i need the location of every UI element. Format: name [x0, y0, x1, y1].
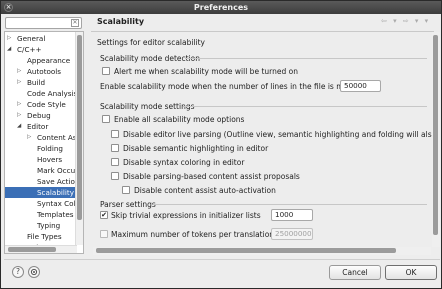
- filter-input[interactable]: [6, 18, 68, 28]
- settings-content: Settings for editor scalability Scalabil…: [91, 32, 437, 257]
- tree-item[interactable]: ▷ General: [5, 33, 76, 44]
- preferences-window: × Preferences ✕ ▷ General ◢ C/C++ Appearance…: [0, 0, 442, 289]
- settings-group-line: [183, 106, 427, 107]
- skip-trivial-checkbox[interactable]: ✔: [100, 211, 108, 219]
- option-label: Disable content assist auto-activation: [134, 186, 276, 195]
- tree-item-label: Scalability: [37, 188, 74, 197]
- content-horizontal-scroll-thumb[interactable]: [96, 248, 396, 253]
- tree-item[interactable]: Folding: [5, 143, 76, 154]
- tree-items: ▷ General ◢ C/C++ Appearance ▷ Autotools ▷ Build…: [5, 33, 83, 253]
- tree-item-label: Appearance: [27, 56, 71, 65]
- option-checkbox[interactable]: [111, 130, 119, 138]
- tree-item-label: Templates: [37, 210, 74, 219]
- tree-item[interactable]: ▷ Code Style: [5, 99, 76, 110]
- expand-arrow-icon[interactable]: ▷: [7, 33, 11, 44]
- import-export-icon: [30, 268, 38, 276]
- option-checkbox[interactable]: [111, 158, 119, 166]
- tree-item[interactable]: Code Analysis: [5, 88, 78, 99]
- content-vertical-scroll-thumb[interactable]: [433, 35, 438, 235]
- tree-item-label: Editor: [27, 122, 49, 131]
- tree-item[interactable]: ▷ Autotools: [5, 66, 76, 77]
- max-tokens-checkbox[interactable]: [100, 230, 108, 238]
- tree-item-label: Hovers: [37, 155, 63, 164]
- tree-horizontal-scrollbar[interactable]: [5, 245, 77, 253]
- tree-item[interactable]: ▷ Content Assis: [5, 132, 83, 143]
- cancel-button[interactable]: Cancel: [329, 265, 381, 280]
- tree-item[interactable]: ▷ Build: [5, 77, 76, 88]
- skip-trivial-input[interactable]: 1000: [271, 209, 313, 221]
- collapse-arrow-icon[interactable]: ◢: [7, 44, 11, 55]
- tree-item[interactable]: Hovers: [5, 154, 76, 165]
- parser-group-line: [153, 204, 427, 205]
- enable-all-label: Enable all scalability mode options: [114, 115, 245, 124]
- filter-field[interactable]: ✕: [5, 17, 82, 29]
- tree-item-label: Autotools: [27, 67, 62, 76]
- page-title: Scalability: [97, 17, 145, 26]
- alert-label: Alert me when scalability mode will be t…: [114, 67, 298, 76]
- expand-arrow-icon[interactable]: ▷: [17, 77, 21, 88]
- lines-threshold-input[interactable]: 50000: [340, 80, 381, 92]
- max-tokens-input[interactable]: 25000000: [271, 228, 313, 240]
- enable-all-checkbox[interactable]: [102, 115, 110, 123]
- tree-item[interactable]: Appearance: [5, 55, 76, 66]
- tree-item-label: C/C++: [17, 45, 42, 54]
- tree-item[interactable]: ▷ Debug: [5, 110, 76, 121]
- tree-item[interactable]: Save Actions: [5, 176, 83, 187]
- expand-arrow-icon[interactable]: ▷: [17, 66, 21, 77]
- history-navigation-icon[interactable]: ⇦ ▾ ⇨ ▾ ▾: [381, 17, 430, 25]
- title-bar: × Preferences: [1, 1, 441, 14]
- tree-item-label: Build: [27, 78, 46, 87]
- tree-item[interactable]: ◢ C/C++: [5, 44, 76, 55]
- parser-group-title: Parser settings: [100, 200, 156, 209]
- settings-group-title: Scalability mode settings: [100, 102, 195, 111]
- detection-group-line: [185, 58, 427, 59]
- close-window-button[interactable]: ×: [4, 3, 13, 12]
- tree-item-label: Typing: [37, 221, 61, 230]
- option-label: Disable syntax coloring in editor: [123, 158, 245, 167]
- expand-arrow-icon[interactable]: ▷: [17, 99, 21, 110]
- option-checkbox[interactable]: [111, 144, 119, 152]
- ok-button[interactable]: OK: [385, 265, 437, 280]
- max-tokens-label: Maximum number of tokens per translation…: [111, 230, 294, 239]
- lines-threshold-label: Enable scalability mode when the number …: [100, 82, 378, 91]
- tree-item-label: File Types: [27, 232, 62, 241]
- tree-item[interactable]: Syntax Colori: [5, 198, 83, 209]
- option-label: Disable semantic highlighting in editor: [123, 144, 269, 153]
- tree-vertical-scrollbar[interactable]: [75, 32, 83, 245]
- window-title: Preferences: [193, 3, 249, 12]
- content-horizontal-scrollbar[interactable]: [93, 247, 431, 255]
- tree-item[interactable]: Mark Occurre: [5, 165, 83, 176]
- option-label: Disable editor live parsing (Outline vie…: [123, 130, 437, 139]
- tree-item-label: Folding: [37, 144, 63, 153]
- tree-item-label: General: [17, 34, 46, 43]
- import-export-button[interactable]: [28, 266, 40, 278]
- tree-vertical-scroll-thumb[interactable]: [77, 35, 82, 220]
- preferences-tree: ▷ General ◢ C/C++ Appearance ▷ Autotools ▷ Build…: [4, 31, 84, 254]
- tree-item[interactable]: Scalability: [5, 187, 76, 198]
- tree-item[interactable]: Templates: [5, 209, 76, 220]
- tree-item-label: Code Style: [27, 100, 66, 109]
- alert-checkbox[interactable]: [102, 67, 110, 75]
- tree-item-label: Code Analysis: [27, 89, 78, 98]
- footer-separator: [4, 259, 440, 260]
- page-description: Settings for editor scalability: [97, 38, 205, 47]
- tree-item[interactable]: ◢ Editor: [5, 121, 76, 132]
- tree-horizontal-scroll-thumb[interactable]: [8, 247, 56, 252]
- option-checkbox[interactable]: [111, 172, 119, 180]
- content-vertical-scrollbar[interactable]: [432, 32, 440, 247]
- collapse-arrow-icon[interactable]: ◢: [17, 121, 21, 132]
- help-button[interactable]: ?: [12, 266, 24, 278]
- tree-item[interactable]: Typing: [5, 220, 76, 231]
- clear-filter-icon[interactable]: ✕: [71, 19, 79, 27]
- tree-item-label: Debug: [27, 111, 51, 120]
- option-checkbox[interactable]: [122, 186, 130, 194]
- option-label: Disable parsing-based content assist pro…: [123, 172, 300, 181]
- expand-arrow-icon[interactable]: ▷: [17, 110, 21, 121]
- skip-trivial-label: Skip trivial expressions in initializer …: [111, 211, 261, 220]
- expand-arrow-icon[interactable]: ▷: [27, 132, 31, 143]
- tree-item[interactable]: File Types: [5, 231, 76, 242]
